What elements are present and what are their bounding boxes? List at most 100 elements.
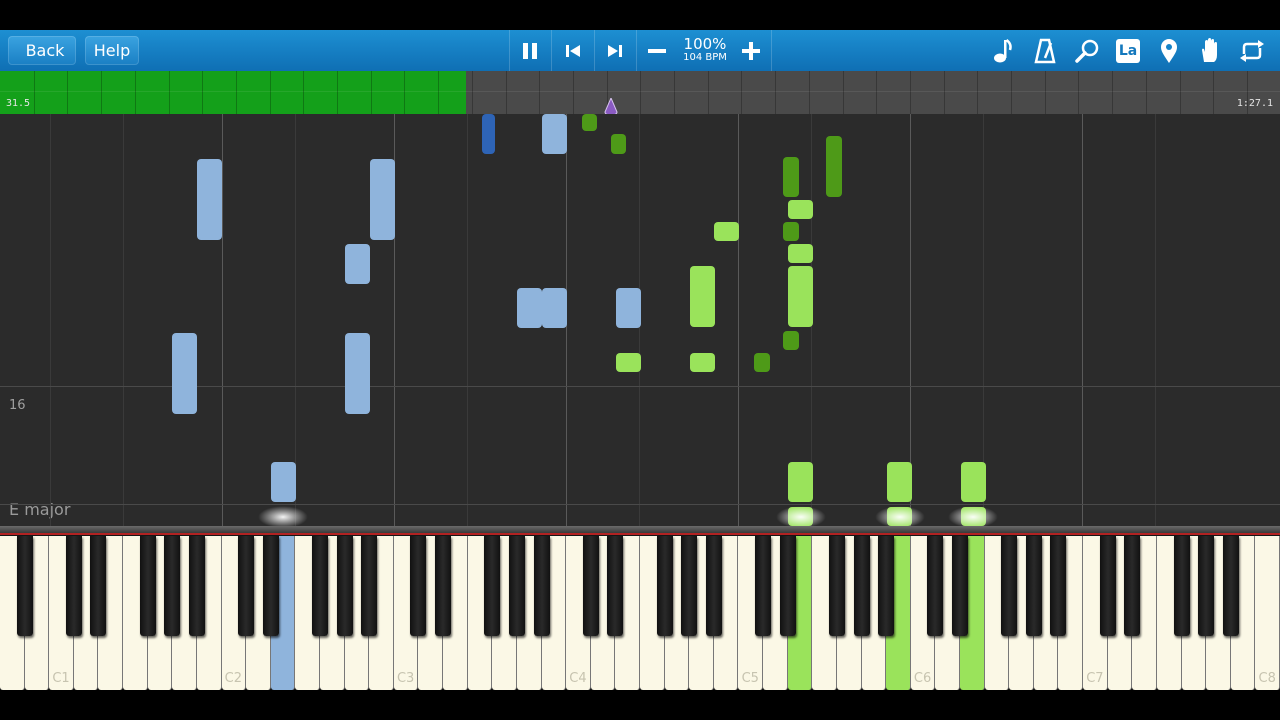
left-hand-note xyxy=(517,288,542,328)
right-hand-note xyxy=(582,114,597,131)
pause-icon[interactable] xyxy=(513,34,547,67)
minus-icon[interactable] xyxy=(640,34,674,67)
black-key[interactable] xyxy=(1025,536,1042,636)
key-signature-label: E major xyxy=(9,500,71,519)
right-hand-note xyxy=(887,462,912,502)
black-key[interactable] xyxy=(582,536,599,636)
left-hand-note xyxy=(345,333,370,414)
black-key[interactable] xyxy=(1001,536,1018,636)
back-button[interactable]: Back xyxy=(8,36,76,65)
black-key[interactable] xyxy=(1222,536,1239,636)
progress-tick xyxy=(943,71,945,114)
octave-label: C3 xyxy=(396,671,415,686)
octave-label: C2 xyxy=(224,671,243,686)
white-key[interactable]: C8 xyxy=(1255,536,1280,690)
la-icon[interactable]: La xyxy=(1111,34,1145,67)
black-key[interactable] xyxy=(828,536,845,636)
loop-icon[interactable] xyxy=(1235,34,1269,67)
black-key[interactable] xyxy=(435,536,452,636)
progress-tick xyxy=(1078,71,1080,114)
black-key[interactable] xyxy=(238,536,255,636)
black-key[interactable] xyxy=(410,536,427,636)
measure-line xyxy=(0,504,1280,505)
elapsed-time: 31.5 xyxy=(6,98,31,109)
black-key[interactable] xyxy=(533,536,550,636)
help-button-label: Help xyxy=(93,41,131,60)
next-icon[interactable] xyxy=(598,34,632,67)
help-button[interactable]: Help xyxy=(85,36,139,65)
letterbox-bottom xyxy=(0,690,1280,720)
left-hand-note xyxy=(542,114,567,154)
black-key[interactable] xyxy=(656,536,673,636)
grid-line xyxy=(1155,114,1156,526)
black-key[interactable] xyxy=(755,536,772,636)
black-key[interactable] xyxy=(1198,536,1215,636)
progress-tick xyxy=(674,71,675,114)
black-key[interactable] xyxy=(1173,536,1190,636)
location-pin-icon[interactable] xyxy=(1152,34,1186,67)
black-key[interactable] xyxy=(65,536,82,636)
black-key[interactable] xyxy=(336,536,353,636)
octave-label: C6 xyxy=(913,671,932,686)
separator xyxy=(509,30,510,71)
black-key[interactable] xyxy=(1124,536,1141,636)
progress-tick xyxy=(505,71,507,114)
black-key[interactable] xyxy=(952,536,968,636)
black-key[interactable] xyxy=(779,536,796,636)
progress-tick xyxy=(775,71,777,114)
hand-icon[interactable] xyxy=(1193,34,1227,67)
progress-tick xyxy=(303,71,305,114)
progress-tick xyxy=(471,71,473,114)
black-key[interactable] xyxy=(164,536,181,636)
piano-roll: 16 E major xyxy=(0,114,1280,526)
progress-tick xyxy=(977,71,979,114)
black-key[interactable] xyxy=(1050,536,1067,636)
progress-tick xyxy=(1179,71,1181,114)
black-key[interactable] xyxy=(484,536,501,636)
right-hand-note xyxy=(788,244,813,263)
black-key[interactable] xyxy=(139,536,156,636)
piano-keyboard[interactable]: C1 C2 C3 C4 C5 C6 C7 C8 xyxy=(0,526,1280,690)
black-key[interactable] xyxy=(508,536,525,636)
black-key[interactable] xyxy=(681,536,698,636)
left-hand-note xyxy=(370,159,395,240)
song-progress-bar[interactable] xyxy=(0,71,1280,114)
black-key[interactable] xyxy=(927,536,944,636)
progress-tick xyxy=(33,71,35,114)
black-key[interactable] xyxy=(607,536,624,636)
black-key[interactable] xyxy=(188,536,205,636)
grid-line xyxy=(1082,114,1083,526)
metronome-icon[interactable] xyxy=(1028,34,1062,67)
black-key[interactable] xyxy=(853,536,870,636)
progress-tick xyxy=(168,71,170,114)
black-key[interactable] xyxy=(16,536,33,636)
progress-tick xyxy=(67,71,69,114)
speed-percent: 100% xyxy=(683,35,727,53)
zoom-icon[interactable] xyxy=(1070,34,1104,67)
music-note-icon[interactable] xyxy=(986,34,1020,67)
speed-display: 100% 104 BPM xyxy=(680,36,730,64)
black-key[interactable] xyxy=(361,536,378,636)
right-hand-note xyxy=(690,266,715,327)
right-hand-note xyxy=(783,331,799,350)
black-key[interactable] xyxy=(90,536,107,636)
previous-icon[interactable] xyxy=(556,34,590,67)
progress-tick xyxy=(202,71,204,114)
progress-tick xyxy=(1213,71,1215,114)
black-key[interactable] xyxy=(878,536,895,636)
progress-tick xyxy=(842,71,844,114)
separator xyxy=(636,30,637,71)
black-key[interactable] xyxy=(312,536,328,636)
plus-icon[interactable] xyxy=(734,34,768,67)
progress-tick xyxy=(909,71,911,114)
note-hit-glow xyxy=(875,506,925,526)
progress-tick xyxy=(370,71,372,114)
black-key[interactable] xyxy=(1099,536,1116,636)
left-hand-note xyxy=(345,244,370,284)
right-hand-note xyxy=(788,462,813,502)
left-hand-note xyxy=(482,114,495,154)
progress-fill xyxy=(0,71,466,114)
black-key[interactable] xyxy=(705,536,722,636)
black-key[interactable] xyxy=(262,536,279,636)
octave-label: C8 xyxy=(1258,671,1276,686)
